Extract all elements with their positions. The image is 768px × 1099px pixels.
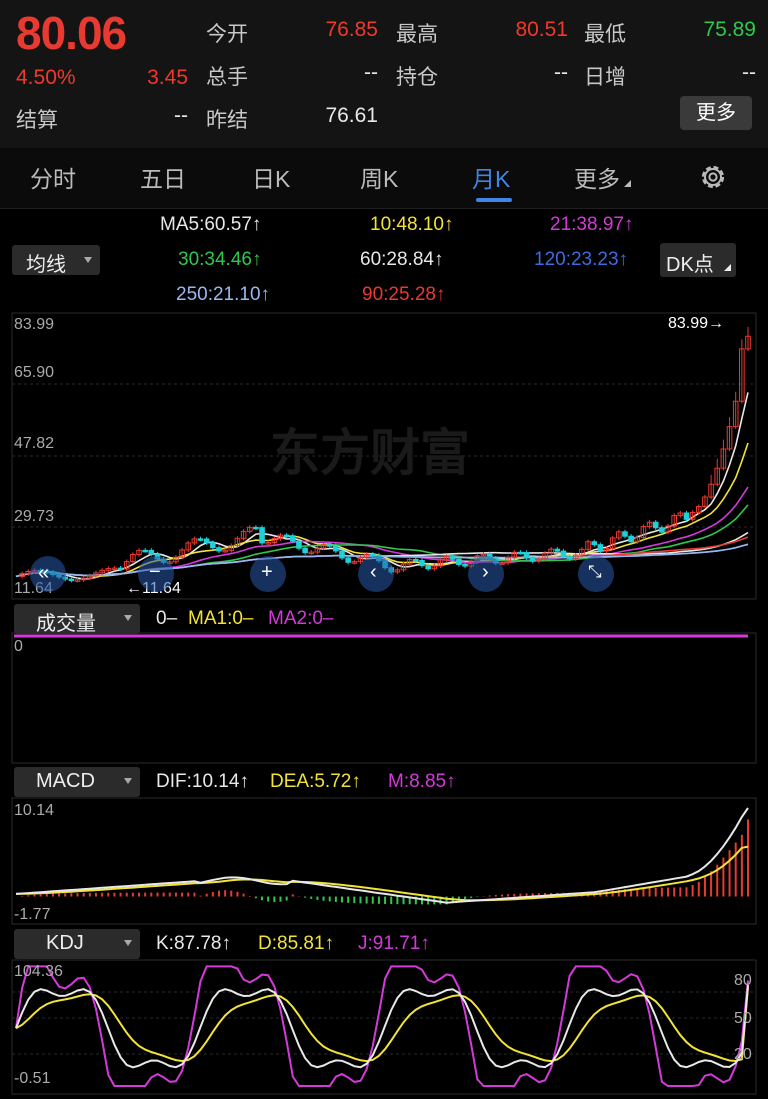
chevron-left-icon: ‹ — [370, 561, 377, 583]
dropdown-arrow-icon — [124, 940, 132, 946]
y-label: 65.90 — [14, 364, 55, 381]
d-value: D:85.81↑ — [258, 933, 335, 954]
minus-icon: − — [149, 561, 161, 583]
candle-body — [597, 544, 604, 552]
candle-body — [683, 512, 690, 520]
fullscreen-button[interactable]: ⤡ — [578, 556, 614, 592]
candle-body — [68, 578, 75, 582]
volume-y-label: 0 — [14, 638, 23, 655]
ma-line — [15, 392, 749, 580]
y-label-top: 83.99 — [14, 316, 55, 333]
volume-value: 0– — [156, 608, 178, 629]
scroll-right-button[interactable]: › — [468, 556, 504, 592]
zoom-in-button[interactable]: + — [250, 556, 286, 592]
kdj-y-bottom: -0.51 — [14, 1070, 51, 1087]
candle-body — [413, 558, 419, 562]
ma-lines — [15, 392, 749, 580]
dea-value: DEA:5.72↑ — [270, 771, 361, 792]
kdj-level-80: 80 — [734, 972, 752, 989]
candle-body — [628, 535, 634, 543]
candle-body — [659, 527, 665, 533]
candle-body — [345, 557, 351, 563]
candle-body — [462, 563, 468, 567]
scroll-left-button[interactable]: ‹ — [358, 556, 394, 592]
k-value: K:87.78↑ — [156, 933, 231, 954]
chevron-right-icon: › — [482, 561, 489, 583]
volume-frame — [11, 632, 757, 764]
candle-body — [517, 551, 524, 555]
macd-y-bottom: -1.77 — [14, 906, 51, 923]
volume-dropdown-label: 成交量 — [36, 613, 96, 635]
kdj-y-top: 104.36 — [14, 963, 63, 980]
macd-y-top: 10.14 — [14, 802, 55, 819]
dif-value: DIF:10.14↑ — [156, 771, 249, 792]
candle-body — [203, 538, 210, 544]
candle-body — [419, 559, 425, 567]
macd-indicator-dropdown[interactable]: MACD — [14, 767, 140, 797]
candle-body — [333, 544, 339, 552]
candle-body — [210, 542, 216, 549]
candle-body — [652, 521, 659, 529]
scroll-left-fast-button[interactable]: « — [30, 556, 66, 592]
candle-body — [142, 549, 148, 553]
volume-ma2-value: MA2:0– — [268, 608, 334, 629]
candle-body — [591, 541, 598, 546]
kdj-indicator-dropdown[interactable]: KDJ — [14, 929, 140, 959]
kdj-level-20: 20 — [734, 1046, 752, 1063]
candle-body — [290, 535, 296, 542]
candle-body — [253, 526, 259, 530]
candle-body — [302, 547, 308, 554]
j-line — [15, 965, 749, 1087]
y-label: 29.73 — [14, 508, 55, 525]
candle-body — [560, 550, 567, 557]
macd-frame — [11, 797, 757, 925]
candle-body — [339, 550, 345, 559]
dropdown-arrow-icon — [124, 778, 132, 784]
candle-body — [456, 558, 462, 565]
candle-body — [117, 567, 124, 571]
candle-body — [259, 527, 265, 544]
candle-body — [622, 531, 628, 537]
y-label: 47.82 — [14, 435, 55, 452]
candle-body — [283, 534, 290, 538]
j-value: J:91.71↑ — [358, 933, 430, 954]
candle-body — [554, 548, 561, 552]
candle-body — [197, 538, 204, 541]
macd-dropdown-label: MACD — [36, 770, 95, 792]
candle-body — [449, 556, 456, 560]
candle-body — [566, 555, 573, 560]
candle-body — [529, 556, 536, 562]
candle-body — [425, 565, 431, 570]
macd-histogram — [21, 819, 749, 905]
volume-indicator-dropdown[interactable]: 成交量 — [14, 604, 140, 635]
candle-body — [523, 551, 530, 558]
watermark: 东方财富 — [270, 425, 470, 481]
candle-body — [296, 540, 302, 549]
candle-body — [326, 544, 333, 547]
macd-value: M:8.85↑ — [388, 771, 456, 792]
double-chevron-left-icon: « — [38, 562, 50, 584]
high-marker: 83.99→ — [668, 315, 725, 332]
kdj-dropdown-label: KDJ — [46, 932, 84, 954]
expand-arrows-icon: ⤡ — [588, 562, 602, 581]
zoom-out-button[interactable]: − — [138, 556, 174, 592]
plus-icon: + — [261, 561, 273, 583]
candle-body — [216, 547, 222, 552]
candle-body — [148, 549, 155, 555]
dropdown-arrow-icon — [124, 615, 132, 621]
kdj-level-50: 50 — [734, 1010, 752, 1027]
volume-ma1-value: MA1:0– — [188, 608, 254, 629]
